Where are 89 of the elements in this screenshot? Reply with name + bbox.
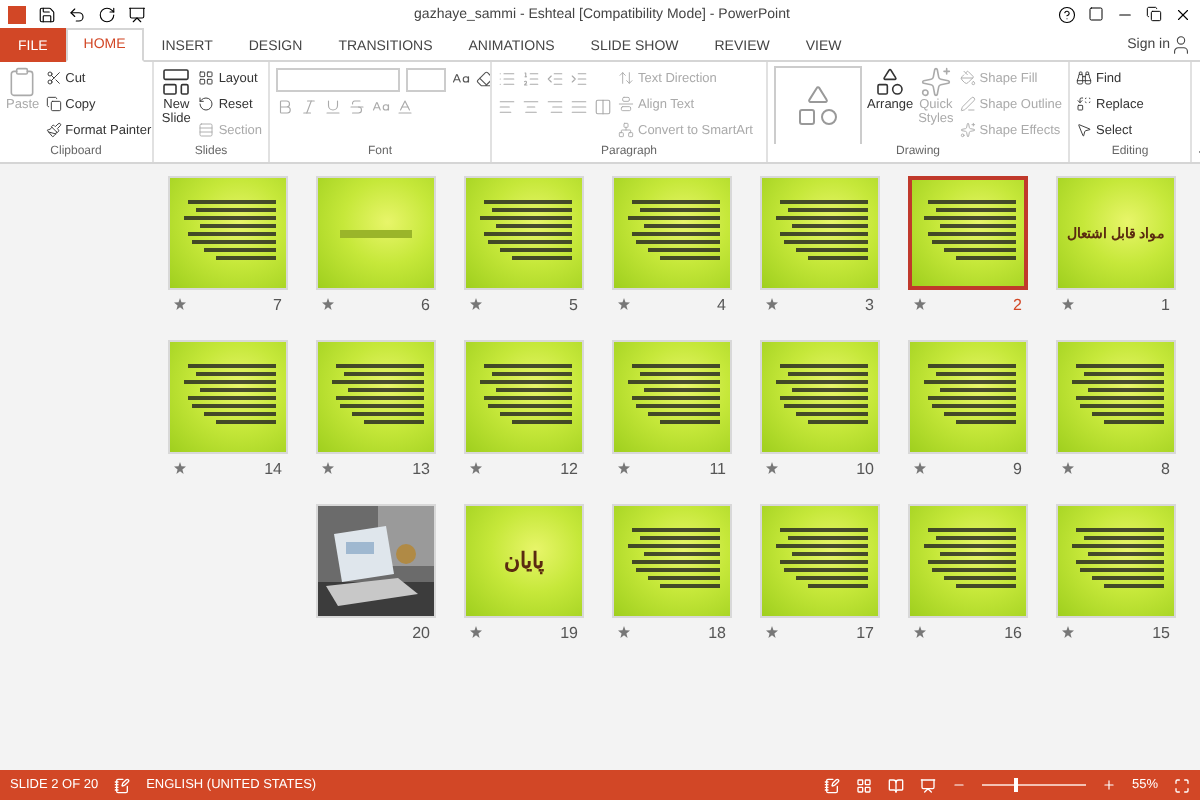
- command-icon: [959, 96, 976, 112]
- star-icon: [1062, 626, 1074, 638]
- save-icon[interactable]: [38, 5, 56, 23]
- slide-number: 5: [569, 295, 578, 313]
- slide-title: پایان: [504, 548, 544, 574]
- redo-icon[interactable]: [98, 5, 116, 23]
- star-icon: [470, 462, 482, 474]
- command-icon: [959, 122, 976, 138]
- slide-number: 18: [708, 623, 726, 641]
- command-icon: [1076, 70, 1092, 86]
- star-icon: [618, 462, 630, 474]
- faint-title-drawing: [340, 227, 412, 239]
- font-name-field[interactable]: [276, 67, 400, 91]
- command-icon: [160, 66, 193, 98]
- command-icon: [618, 122, 634, 138]
- star-icon: [470, 626, 482, 638]
- star-icon: [618, 626, 630, 638]
- star-icon: [914, 626, 926, 638]
- clear-formatting-icon[interactable]: [476, 70, 490, 88]
- slide-number: 10: [856, 459, 874, 477]
- slide-number: 15: [1152, 623, 1170, 641]
- slide-number: 17: [856, 623, 874, 641]
- command-icon: [1076, 122, 1092, 138]
- star-icon: [322, 462, 334, 474]
- command-icon: [959, 70, 976, 86]
- change-case-icon[interactable]: [372, 98, 390, 116]
- command-icon: [198, 122, 215, 138]
- shapes-gallery[interactable]: [774, 66, 863, 144]
- star-icon: [766, 298, 778, 310]
- command-icon: [45, 122, 62, 138]
- command-icon: [618, 70, 634, 86]
- presentation-icon[interactable]: [128, 5, 146, 23]
- command-icon: [198, 96, 215, 112]
- star-icon: [914, 298, 926, 310]
- slide-sorter-icon[interactable]: [855, 777, 872, 793]
- slide-thumbnail[interactable]: [908, 176, 1028, 290]
- shapes-icon: [794, 82, 843, 130]
- star-icon: [322, 298, 334, 310]
- slide-number: 6: [421, 295, 430, 313]
- command-icon: [45, 70, 62, 86]
- help-icon[interactable]: [1058, 5, 1076, 23]
- slide-thumbnail[interactable]: پایان: [464, 504, 584, 618]
- slide-show-icon[interactable]: [919, 777, 936, 793]
- star-icon: [470, 298, 482, 310]
- command-icon: [618, 96, 634, 112]
- slide-number: 3: [865, 295, 874, 313]
- fit-to-window-icon[interactable]: [1174, 777, 1190, 793]
- restore-icon[interactable]: [1146, 6, 1162, 22]
- star-icon: [766, 462, 778, 474]
- command-icon: [6, 66, 39, 98]
- slide-number: 12: [560, 459, 578, 477]
- slide-number: 11: [709, 459, 726, 477]
- command-icon: [45, 96, 62, 112]
- slide-number: 7: [273, 295, 282, 313]
- slide-number: 14: [264, 459, 282, 477]
- star-icon: [914, 462, 926, 474]
- slide-number: 4: [717, 295, 726, 313]
- slide-number: 8: [1161, 459, 1170, 477]
- star-icon: [766, 626, 778, 638]
- notes-icon[interactable]: [823, 777, 840, 793]
- underline-icon[interactable]: [324, 98, 342, 116]
- slide-number: 16: [1004, 623, 1022, 641]
- star-icon: [1062, 298, 1074, 310]
- slide-number: 19: [560, 623, 578, 641]
- star-icon: [618, 298, 630, 310]
- close-icon[interactable]: [1174, 5, 1192, 23]
- command-icon: [198, 70, 215, 86]
- font-size-icon[interactable]: [452, 70, 470, 88]
- ribbon-display-icon[interactable]: [1088, 6, 1104, 22]
- zoom-slider-thumb[interactable]: [1013, 778, 1018, 792]
- undo-icon[interactable]: [68, 5, 86, 23]
- app-logo-icon: [8, 5, 26, 23]
- slide-number: 9: [1013, 459, 1022, 477]
- bold-icon[interactable]: [276, 98, 294, 116]
- slide-number: 13: [412, 459, 430, 477]
- command-icon: [919, 66, 952, 98]
- command-icon: [874, 66, 907, 98]
- slide-number: 2: [1013, 295, 1022, 313]
- slide-number: 1: [1161, 295, 1170, 313]
- zoom-in-icon[interactable]: [1101, 778, 1116, 792]
- star-icon: [174, 462, 186, 474]
- font-size-field[interactable]: [406, 67, 446, 91]
- star-icon: [1062, 462, 1074, 474]
- user-icon[interactable]: [1170, 33, 1192, 55]
- reading-view-icon[interactable]: [887, 777, 904, 793]
- star-icon: [174, 298, 186, 310]
- spelling-icon[interactable]: [114, 777, 131, 793]
- slide-number: 20: [412, 623, 430, 641]
- font-color-icon[interactable]: [396, 98, 414, 116]
